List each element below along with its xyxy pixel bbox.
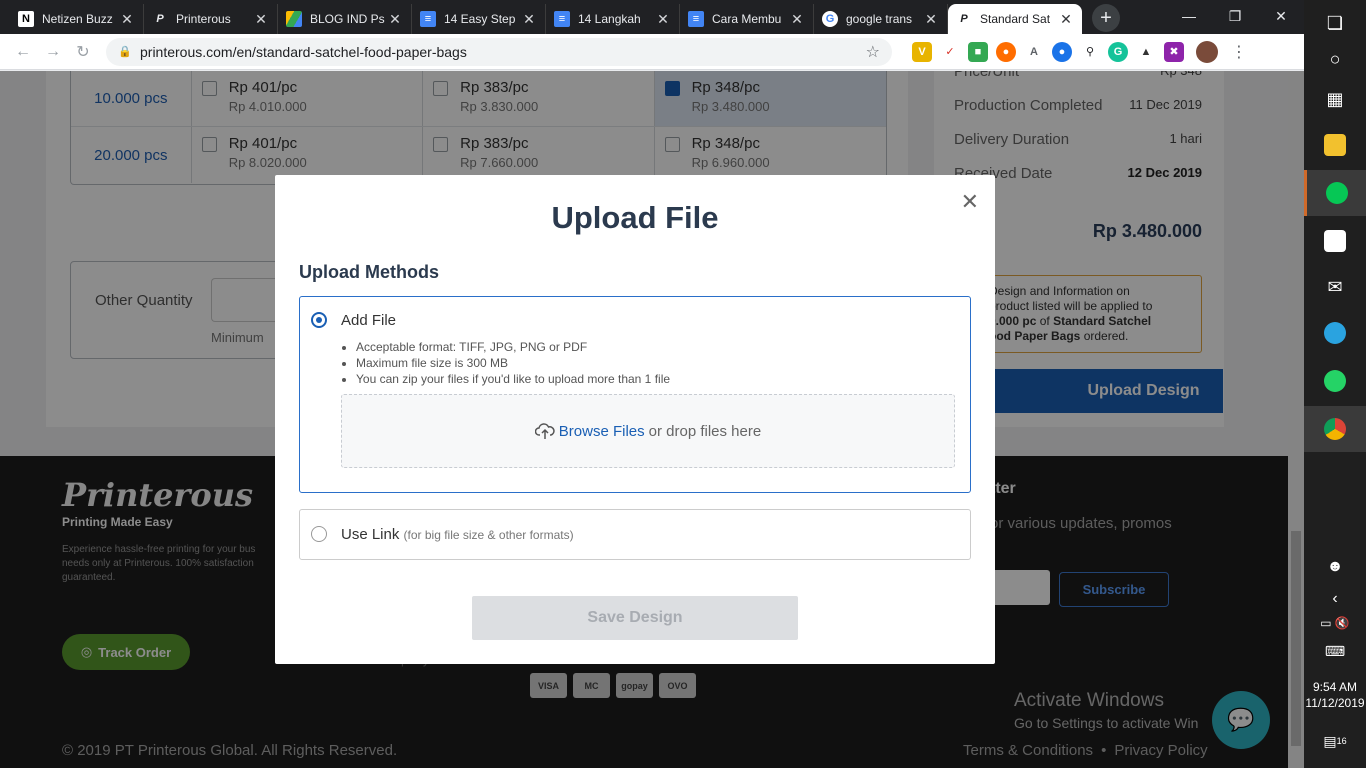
- use-link-hint: (for big file size & other formats): [403, 528, 574, 542]
- extension-v-icon[interactable]: V: [912, 41, 932, 62]
- extension-hat-icon[interactable]: ▲: [1136, 41, 1156, 62]
- telegram-icon[interactable]: [1304, 310, 1366, 356]
- add-file-option[interactable]: Add File Acceptable format: TIFF, JPG, P…: [299, 296, 971, 493]
- browser-tab[interactable]: P Printerous ✕: [144, 4, 278, 34]
- tab-title: google trans: [846, 12, 913, 26]
- tab-close-icon[interactable]: ✕: [119, 11, 135, 28]
- chrome-icon[interactable]: [1304, 406, 1366, 452]
- use-link-radio[interactable]: [311, 526, 327, 542]
- tab-close-icon[interactable]: ✕: [387, 11, 403, 28]
- extension-check-icon[interactable]: ✓: [940, 41, 960, 62]
- extension-a-icon[interactable]: A: [1024, 41, 1044, 62]
- use-link-label-group: Use Link (for big file size & other form…: [341, 526, 574, 543]
- line-app-icon[interactable]: [1304, 170, 1366, 216]
- browser-tab[interactable]: P Standard Sat ✕: [948, 4, 1082, 34]
- extension-blue-icon[interactable]: ●: [1052, 41, 1072, 62]
- add-file-label: Add File: [341, 312, 397, 329]
- profile-avatar[interactable]: [1196, 40, 1218, 63]
- upload-file-modal: ✕ Upload File Upload Methods Add File Ac…: [275, 175, 995, 664]
- tab-strip: N Netizen Buzz ✕ P Printerous ✕ BLOG IND Ps ✕ ≡ 1…: [0, 4, 1082, 34]
- new-tab-button[interactable]: +: [1092, 4, 1120, 32]
- google-drive-icon: [286, 11, 302, 27]
- netizen-icon: N: [18, 11, 34, 27]
- tab-title: Cara Membu: [712, 12, 782, 26]
- tab-close-icon[interactable]: ✕: [789, 11, 805, 28]
- printerous-p-icon: P: [156, 13, 164, 25]
- reload-icon[interactable]: ↻: [68, 42, 98, 62]
- drop-files-text: or drop files here: [648, 422, 762, 440]
- tab-close-icon[interactable]: ✕: [521, 11, 537, 28]
- tab-title: 14 Langkah: [578, 12, 641, 26]
- tab-title: Printerous: [176, 12, 231, 26]
- keyboard-icon[interactable]: ⌨: [1304, 628, 1366, 674]
- extension-search-icon[interactable]: ⚲: [1080, 41, 1100, 62]
- google-g-icon: G: [822, 11, 838, 27]
- notification-count: 16: [1336, 736, 1347, 746]
- browser-tab[interactable]: ≡ Cara Membu ✕: [680, 4, 814, 34]
- google-docs-icon: ≡: [420, 11, 436, 27]
- add-file-radio[interactable]: [311, 312, 327, 328]
- extension-orange-icon[interactable]: ●: [996, 41, 1016, 62]
- browse-files-link[interactable]: Browse Files: [559, 423, 645, 440]
- url-text: printerous.com/en/standard-satchel-food-…: [140, 43, 467, 60]
- close-window-icon[interactable]: ✕: [1258, 0, 1304, 32]
- back-arrow-icon[interactable]: ←: [8, 43, 38, 61]
- clock-time: 9:54 AM: [1312, 680, 1358, 694]
- grammarly-icon[interactable]: G: [1108, 41, 1128, 62]
- extension-green-icon[interactable]: ■: [968, 41, 988, 62]
- maximize-icon[interactable]: ❐: [1212, 0, 1258, 32]
- save-design-button[interactable]: Save Design: [472, 596, 798, 640]
- mail-icon[interactable]: ✉: [1304, 264, 1366, 310]
- google-docs-icon: ≡: [688, 11, 704, 27]
- printerous-p-icon: P: [960, 13, 968, 25]
- file-explorer-icon[interactable]: [1304, 122, 1366, 168]
- tab-close-icon[interactable]: ✕: [923, 11, 939, 28]
- system-clock[interactable]: 9:54 AM 11/12/2019: [1304, 679, 1366, 711]
- tab-close-icon[interactable]: ✕: [253, 11, 269, 28]
- extensions: V ✓ ■ ● A ● ⚲ G ▲ ✖: [912, 41, 1184, 62]
- lock-icon: 🔒: [118, 46, 132, 58]
- menu-dots-icon[interactable]: ⋮: [1224, 42, 1254, 62]
- notifications-icon[interactable]: ▤ 16: [1304, 718, 1366, 764]
- tab-close-icon[interactable]: ✕: [1058, 11, 1074, 28]
- whatsapp-icon[interactable]: [1304, 358, 1366, 404]
- windows-taskbar: ❏ ○ ▦ ✉ ☻ ‹ ▭ 🔇 ⌨ 9:54 AM 11/12/2019 ▤ 16: [1304, 0, 1366, 768]
- minimize-icon[interactable]: —: [1166, 0, 1212, 32]
- browser-tab[interactable]: Ggoogle trans ✕: [814, 4, 948, 34]
- upload-methods-heading: Upload Methods: [299, 262, 439, 282]
- use-link-label: Use Link: [341, 526, 400, 543]
- browser-tab[interactable]: BLOG IND Ps ✕: [278, 4, 412, 34]
- omnibox[interactable]: 🔒 printerous.com/en/standard-satchel-foo…: [106, 37, 892, 66]
- clock-date: 11/12/2019: [1305, 696, 1365, 710]
- browser-tab-bar: N Netizen Buzz ✕ P Printerous ✕ BLOG IND Ps ✕ ≡ 1…: [0, 0, 1304, 34]
- tab-title: Netizen Buzz: [42, 12, 113, 26]
- file-requirements-list: Acceptable format: TIFF, JPG, PNG or PDF…: [356, 339, 670, 387]
- requirement-item: You can zip your files if you'd like to …: [356, 371, 670, 387]
- tab-title: BLOG IND Ps: [310, 12, 385, 26]
- tab-title: Standard Sat: [980, 12, 1051, 26]
- use-link-option[interactable]: Use Link (for big file size & other form…: [299, 509, 971, 560]
- requirement-item: Maximum file size is 300 MB: [356, 355, 670, 371]
- window-controls: — ❐ ✕: [1166, 0, 1304, 32]
- browser-tab[interactable]: N Netizen Buzz ✕: [10, 4, 144, 34]
- bookmark-star-icon[interactable]: ☆: [866, 42, 880, 62]
- extension-purple-icon[interactable]: ✖: [1164, 41, 1184, 62]
- tab-title: 14 Easy Step: [444, 12, 516, 26]
- modal-title: Upload File: [551, 200, 719, 235]
- file-drop-zone[interactable]: Browse Files or drop files here: [341, 394, 955, 468]
- tab-close-icon[interactable]: ✕: [655, 11, 671, 28]
- browser-tab[interactable]: ≡ 14 Easy Step ✕: [412, 4, 546, 34]
- address-bar: ← → ↻ 🔒 printerous.com/en/standard-satch…: [0, 34, 1304, 70]
- forward-arrow-icon[interactable]: →: [38, 43, 68, 61]
- store-icon[interactable]: [1304, 218, 1366, 264]
- browser-tab[interactable]: ≡ 14 Langkah ✕: [546, 4, 680, 34]
- task-view-icon[interactable]: ▦: [1304, 76, 1366, 122]
- cloud-upload-icon: [534, 423, 555, 439]
- requirement-item: Acceptable format: TIFF, JPG, PNG or PDF: [356, 339, 670, 355]
- google-docs-icon: ≡: [554, 11, 570, 27]
